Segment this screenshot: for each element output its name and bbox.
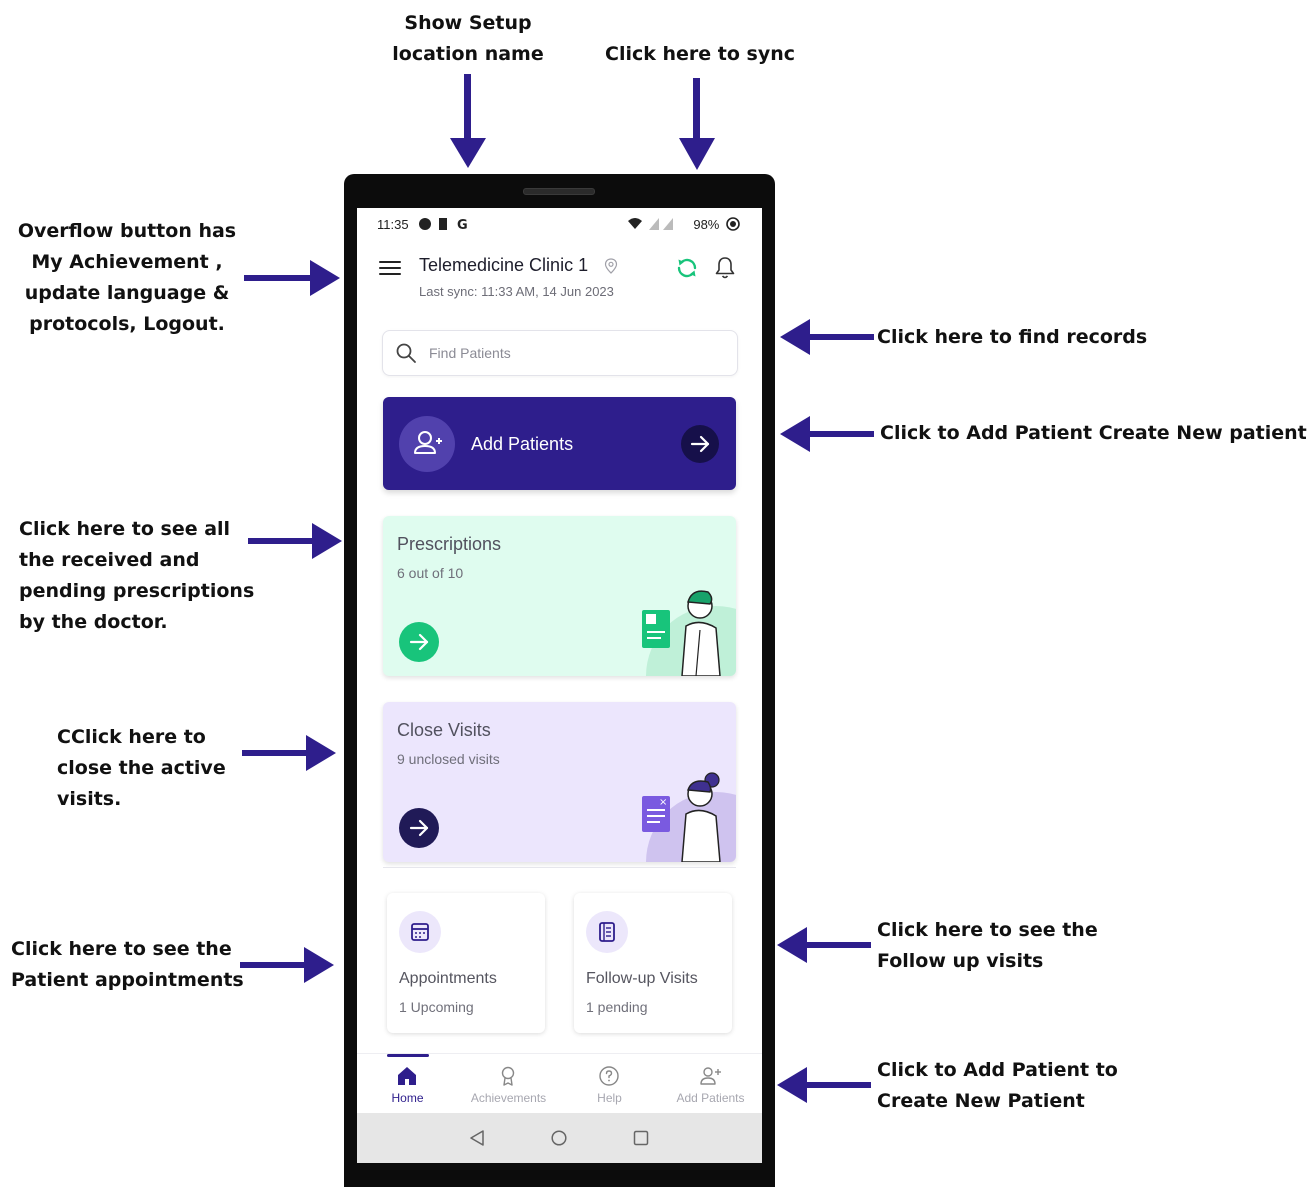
arrow-down-icon bbox=[679, 78, 715, 170]
arrow-right-icon[interactable] bbox=[681, 425, 719, 463]
tab-help[interactable]: Help bbox=[559, 1054, 660, 1114]
arrow-right-icon[interactable] bbox=[399, 622, 439, 662]
prescriptions-card[interactable]: Prescriptions 6 out of 10 bbox=[383, 516, 736, 676]
arrow-right-icon[interactable] bbox=[399, 808, 439, 848]
annotation-close-visits: CClick here to close the active visits. bbox=[57, 726, 226, 810]
search-placeholder: Find Patients bbox=[429, 345, 511, 361]
annotation-setup-location: Show Setup location name bbox=[392, 12, 544, 65]
system-nav-bar bbox=[357, 1113, 762, 1163]
doctor-prescription-illustration bbox=[642, 590, 736, 676]
annotation-sync: Click here to sync bbox=[605, 43, 795, 65]
active-tab-indicator bbox=[387, 1054, 429, 1057]
add-user-icon bbox=[399, 416, 455, 472]
sync-icon[interactable] bbox=[675, 256, 699, 280]
annotation-followup: Click here to see the Follow up visits bbox=[877, 919, 1098, 972]
award-icon bbox=[501, 1066, 515, 1086]
arrow-left-icon bbox=[777, 1067, 871, 1103]
tab-achievements[interactable]: Achievements bbox=[458, 1054, 559, 1114]
close-visit-illustration: × bbox=[642, 772, 736, 862]
battery-icon bbox=[726, 217, 740, 231]
arrow-right-icon bbox=[244, 260, 340, 296]
arrow-left-icon bbox=[780, 416, 874, 452]
status-time: 11:35 bbox=[377, 217, 409, 232]
close-visits-title: Close Visits bbox=[397, 720, 491, 740]
status-icons-left: G bbox=[419, 218, 468, 231]
last-sync-text: Last sync: 11:33 AM, 14 Jun 2023 bbox=[419, 284, 614, 299]
back-icon[interactable] bbox=[469, 1130, 485, 1146]
battery-level: 98% bbox=[693, 217, 740, 232]
add-user-icon bbox=[700, 1067, 721, 1085]
search-input[interactable]: Find Patients bbox=[382, 330, 738, 376]
arrow-right-icon bbox=[248, 523, 342, 559]
followup-visits-tile[interactable]: Follow-up Visits 1 pending bbox=[574, 893, 732, 1033]
close-visits-count: 9 unclosed visits bbox=[397, 751, 500, 767]
arrow-right-icon bbox=[240, 947, 334, 983]
recents-icon[interactable] bbox=[633, 1130, 649, 1146]
tab-home[interactable]: Home bbox=[357, 1054, 458, 1114]
tab-label: Add Patients bbox=[676, 1091, 745, 1105]
arrow-left-icon bbox=[777, 927, 871, 963]
annotation-add-patient: Click to Add Patient Create New patient bbox=[880, 422, 1307, 444]
add-patients-label: Add Patients bbox=[471, 434, 574, 454]
followup-title: Follow-up Visits bbox=[586, 970, 698, 987]
annotation-find-records: Click here to find records bbox=[877, 326, 1148, 348]
annotation-overflow: Overflow button has My Achievement , upd… bbox=[17, 220, 237, 335]
appointments-tile[interactable]: Appointments 1 Upcoming bbox=[387, 893, 545, 1033]
wifi-icon bbox=[628, 218, 673, 230]
annotation-prescriptions: Click here to see all the received and p… bbox=[19, 518, 255, 633]
home-icon bbox=[398, 1067, 416, 1085]
appointments-count: 1 Upcoming bbox=[399, 999, 474, 1015]
checklist-icon bbox=[586, 911, 628, 953]
status-bar: 11:35 G 98% bbox=[357, 208, 762, 238]
followup-count: 1 pending bbox=[586, 999, 648, 1015]
menu-icon[interactable] bbox=[379, 258, 401, 276]
bell-icon[interactable] bbox=[714, 256, 736, 280]
calendar-icon bbox=[399, 911, 441, 953]
appointments-title: Appointments bbox=[399, 970, 497, 987]
tab-label: Help bbox=[597, 1091, 622, 1105]
svg-text:×: × bbox=[659, 797, 667, 808]
home-circle-icon[interactable] bbox=[551, 1130, 567, 1146]
phone-speaker bbox=[523, 188, 595, 195]
annotation-appointments: Click here to see the Patient appointmen… bbox=[11, 938, 244, 991]
bottom-tab-bar: Home Achievements Help Add Patients bbox=[357, 1053, 762, 1114]
arrow-right-icon bbox=[242, 735, 336, 771]
annotation-add-patient-tab: Click to Add Patient to Create New Patie… bbox=[877, 1059, 1118, 1112]
arrow-down-icon bbox=[450, 74, 486, 168]
location-pin-icon bbox=[604, 258, 618, 274]
svg-text:G: G bbox=[457, 218, 468, 231]
add-patients-card[interactable]: Add Patients bbox=[383, 397, 736, 490]
tab-add-patients[interactable]: Add Patients bbox=[660, 1054, 761, 1114]
phone-frame: 11:35 G 98% Telemedicine Clinic 1 Last s… bbox=[344, 174, 775, 1187]
search-icon bbox=[396, 343, 416, 363]
help-icon bbox=[599, 1066, 619, 1086]
app-screen: 11:35 G 98% Telemedicine Clinic 1 Last s… bbox=[357, 208, 762, 1163]
close-visits-card[interactable]: Close Visits 9 unclosed visits × bbox=[383, 702, 736, 862]
section-divider bbox=[383, 867, 736, 868]
prescriptions-title: Prescriptions bbox=[397, 534, 502, 554]
tab-label: Home bbox=[391, 1091, 424, 1105]
clinic-name: Telemedicine Clinic 1 bbox=[419, 255, 589, 275]
prescriptions-count: 6 out of 10 bbox=[397, 565, 464, 581]
tab-label: Achievements bbox=[470, 1091, 547, 1105]
arrow-left-icon bbox=[780, 319, 874, 355]
